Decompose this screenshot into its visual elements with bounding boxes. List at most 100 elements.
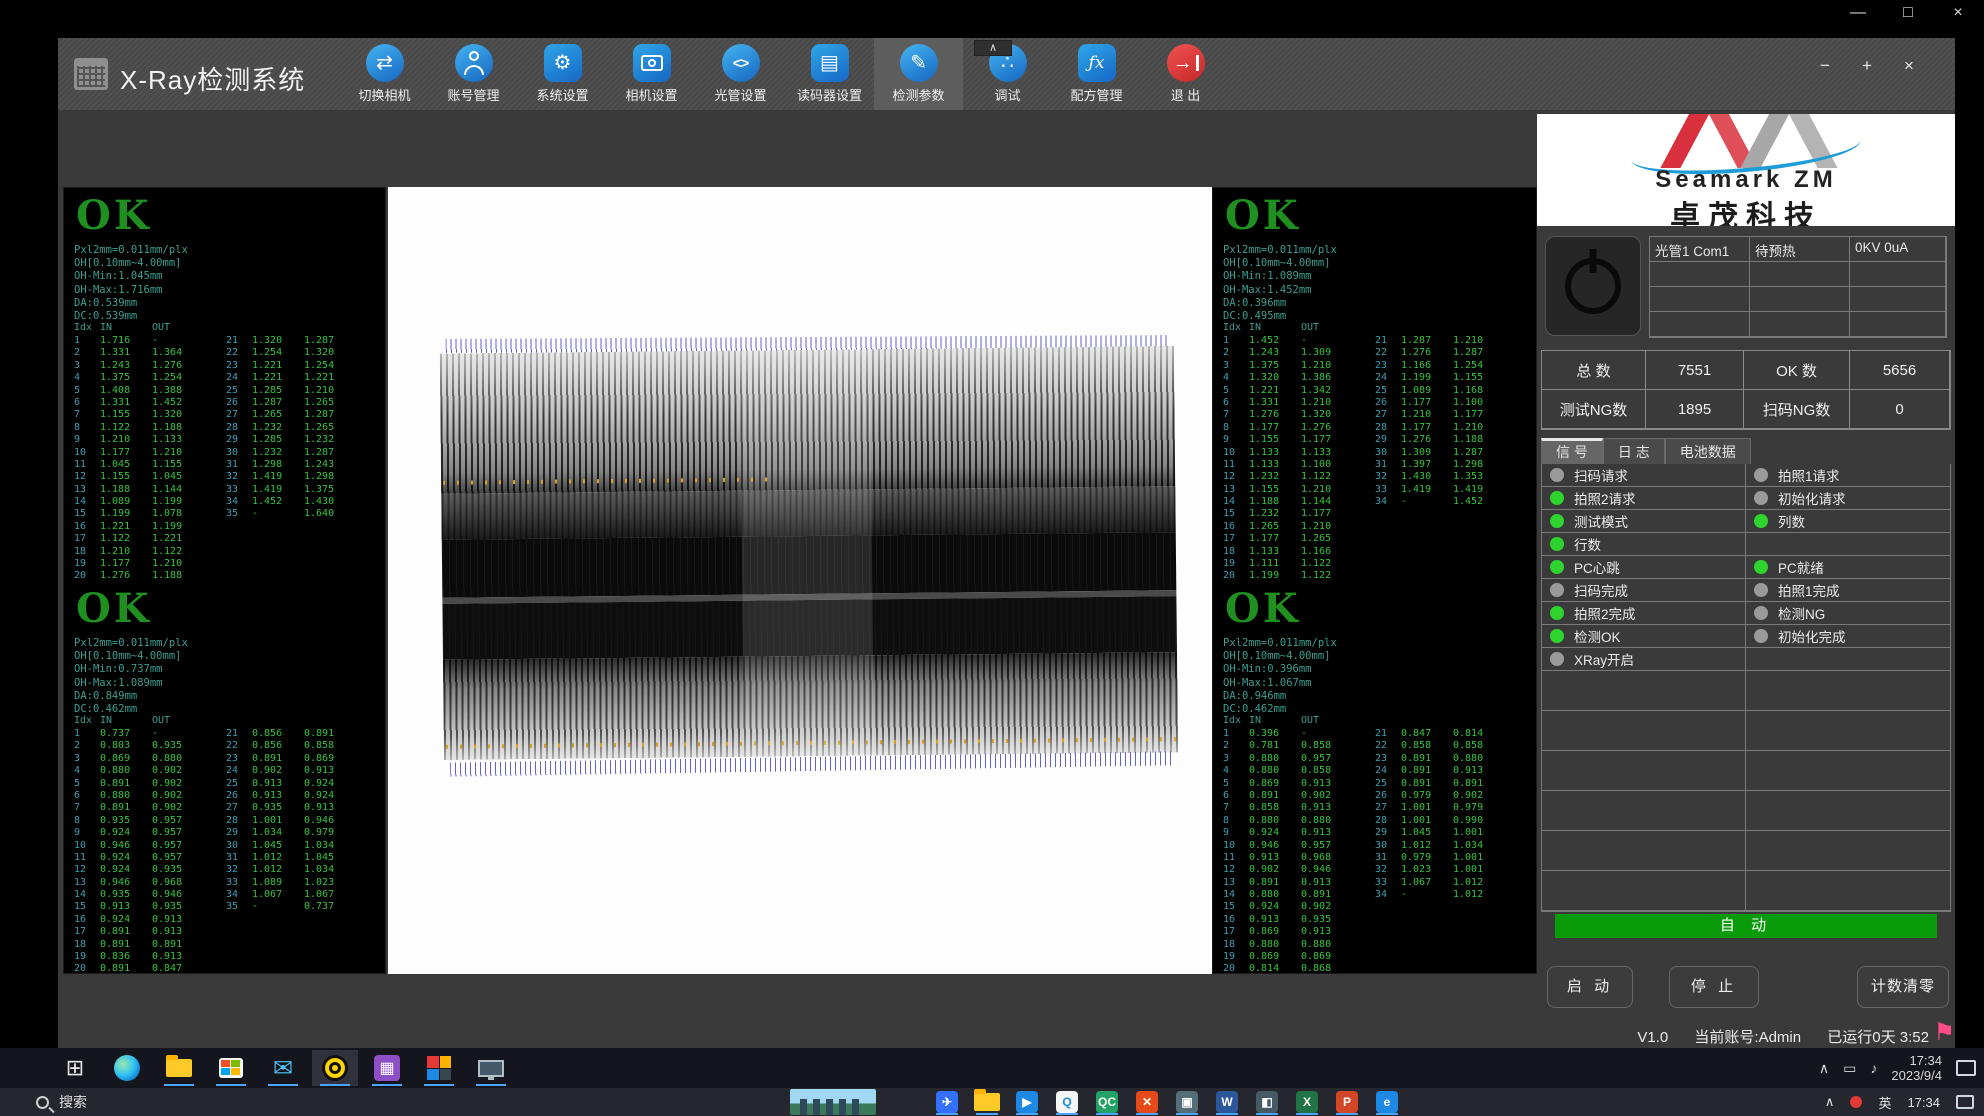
store-icon[interactable] xyxy=(208,1050,254,1086)
word-icon[interactable]: W xyxy=(1210,1089,1244,1115)
measurement-row: 141.1881.144 xyxy=(1223,496,1371,508)
inner-clock[interactable]: 17:34 2023/9/4 xyxy=(1891,1053,1942,1083)
tube-settings-button[interactable]: <>光管设置 xyxy=(696,38,785,110)
outer-caret-icon[interactable]: ∧ xyxy=(1825,1094,1835,1110)
qq-browser-icon[interactable]: Q xyxy=(1050,1089,1084,1115)
outer-maximize-button[interactable]: □ xyxy=(1896,4,1920,22)
inspect-params-button[interactable]: ✎检测参数 xyxy=(874,38,963,110)
measurement-row: 120.9240.935 xyxy=(74,864,222,876)
mail-icon[interactable]: ✉ xyxy=(260,1050,306,1086)
ok-label: OK 数 xyxy=(1744,351,1850,390)
tab-log[interactable]: 日 志 xyxy=(1603,438,1665,464)
ie-icon[interactable]: e xyxy=(1370,1089,1404,1115)
scanner-settings-button[interactable]: ▤读码器设置 xyxy=(785,38,874,110)
stop-button[interactable]: 停 止 xyxy=(1669,966,1759,1008)
browser-icon[interactable]: ▶ xyxy=(1010,1089,1044,1115)
measurement-row: 131.1881.144 xyxy=(74,484,222,496)
measurement-row: 34-1.012 xyxy=(1375,889,1533,901)
measurement-row: 140.8800.891 xyxy=(1223,889,1371,901)
outer-minimize-button[interactable]: — xyxy=(1846,4,1870,22)
ime-language-indicator[interactable]: 英 xyxy=(1878,1093,1891,1112)
tab-signal[interactable]: 信 号 xyxy=(1541,438,1603,464)
measurement-row: 160.9130.935 xyxy=(1223,914,1371,926)
search-box[interactable]: 搜索 xyxy=(36,1088,87,1116)
switch-camera-button[interactable]: ⇄切换相机 xyxy=(340,38,429,110)
signal-empty-row xyxy=(1542,871,1950,911)
measurement-header: IdxINOUT xyxy=(74,322,170,334)
outer-close-button[interactable]: × xyxy=(1946,4,1970,22)
lark-icon[interactable]: ✈ xyxy=(930,1089,964,1115)
measurement-row: 110.9130.968 xyxy=(1223,852,1371,864)
tray-caret-icon[interactable]: ∧ xyxy=(1819,1060,1829,1077)
excel-icon[interactable]: X xyxy=(1290,1089,1324,1115)
outer-time[interactable]: 17:34 xyxy=(1907,1095,1940,1110)
measurement-row: 291.2851.232 xyxy=(226,434,384,446)
count-reset-button[interactable]: 计数清零 xyxy=(1857,966,1949,1008)
recording-dot-icon xyxy=(1850,1096,1862,1108)
measurement-row: 35-1.640 xyxy=(226,508,384,520)
qc-icon[interactable]: QC xyxy=(1090,1089,1124,1115)
measurement-row: 70.8580.913 xyxy=(1223,802,1371,814)
exit-label: 退 出 xyxy=(1141,85,1230,104)
account-manage-button[interactable]: 账号管理 xyxy=(429,38,518,110)
tray-sound-icon[interactable]: ♪ xyxy=(1870,1060,1877,1076)
app-maximize-button[interactable]: + xyxy=(1857,56,1877,76)
purple-app-icon[interactable]: ▦ xyxy=(364,1050,410,1086)
recipe-manage-button[interactable]: ƒx配方管理 xyxy=(1052,38,1141,110)
measurement-row: 130.9460.968 xyxy=(74,877,222,889)
monitor-app-icon[interactable] xyxy=(468,1050,514,1086)
explorer-icon[interactable] xyxy=(156,1050,202,1086)
start-button[interactable]: 启 动 xyxy=(1547,966,1633,1008)
edge-icon[interactable] xyxy=(104,1050,150,1086)
measurement-row: 61.3311.210 xyxy=(1223,397,1371,409)
measurement-row: 341.0671.067 xyxy=(226,889,384,901)
toolbar-collapse-button[interactable]: ∧ xyxy=(974,40,1012,56)
folder-icon[interactable] xyxy=(970,1089,1004,1115)
measurement-row: 90.9240.913 xyxy=(1223,827,1371,839)
measurement-row: 260.9130.924 xyxy=(226,790,384,802)
measurement-row: 121.1551.045 xyxy=(74,471,222,483)
inspect-params-label: 检测参数 xyxy=(874,85,963,104)
total-label: 总 数 xyxy=(1542,351,1646,390)
app-minimize-button[interactable]: − xyxy=(1815,56,1835,76)
auto-mode-bar[interactable]: 自 动 xyxy=(1555,914,1937,938)
signal-off-dot xyxy=(1754,583,1768,597)
test-ng-label: 测试NG数 xyxy=(1542,390,1646,429)
scanner-settings-icon: ▤ xyxy=(811,44,849,82)
app-calendar-icon xyxy=(74,58,108,90)
app-close-button[interactable]: × xyxy=(1899,56,1919,76)
power-button[interactable] xyxy=(1545,236,1641,336)
media-x-icon[interactable]: ✕ xyxy=(1130,1089,1164,1115)
exit-button[interactable]: →退 出 xyxy=(1141,38,1230,110)
result-ok-text: OK xyxy=(1225,192,1301,239)
measurement-row: 321.4301.353 xyxy=(1375,471,1533,483)
tool-icon[interactable]: ◧ xyxy=(1250,1089,1284,1115)
mosaic-app-icon[interactable] xyxy=(416,1050,462,1086)
tab-battery-data[interactable]: 电池数据 xyxy=(1665,438,1751,464)
result-ok-text: OK xyxy=(1225,585,1301,632)
app-title: X-Ray检测系统 xyxy=(120,60,305,97)
search-label: 搜索 xyxy=(59,1092,87,1112)
measurement-row: 31.2431.276 xyxy=(74,360,222,372)
tray-display-icon[interactable]: ▭ xyxy=(1843,1060,1856,1077)
ppt-icon[interactable]: P xyxy=(1330,1089,1364,1115)
notification-center-icon[interactable] xyxy=(1956,1060,1976,1076)
system-settings-button[interactable]: ⚙系统设置 xyxy=(518,38,607,110)
camera-settings-button[interactable]: 相机设置 xyxy=(607,38,696,110)
test-ng-value: 1895 xyxy=(1646,390,1744,429)
measurement-row: 121.2321.122 xyxy=(1223,471,1371,483)
measurement-row: 281.0010.946 xyxy=(226,815,384,827)
count-stats-table: 总 数 7551 OK 数 5656 测试NG数 1895 扫码NG数 0 xyxy=(1541,350,1951,430)
measurement-row: 221.2541.320 xyxy=(226,347,384,359)
app-content: OKPxl2mm=0.011mm/plxOH[0.10mm~4.00mm]OH-… xyxy=(58,110,1955,1048)
measurement-row: 181.2101.122 xyxy=(74,546,222,558)
xray-app-icon[interactable] xyxy=(312,1050,358,1086)
comment-bubble-icon[interactable] xyxy=(1956,1095,1974,1109)
image-stitch-seam xyxy=(740,349,874,756)
camera-settings-icon xyxy=(633,44,671,82)
start-button[interactable]: ⊞ xyxy=(52,1050,98,1086)
signal-on-dot xyxy=(1550,606,1564,620)
system-settings-label: 系统设置 xyxy=(518,85,607,104)
viewer-icon[interactable]: ▣ xyxy=(1170,1089,1204,1115)
weather-city-widget[interactable] xyxy=(790,1089,876,1115)
